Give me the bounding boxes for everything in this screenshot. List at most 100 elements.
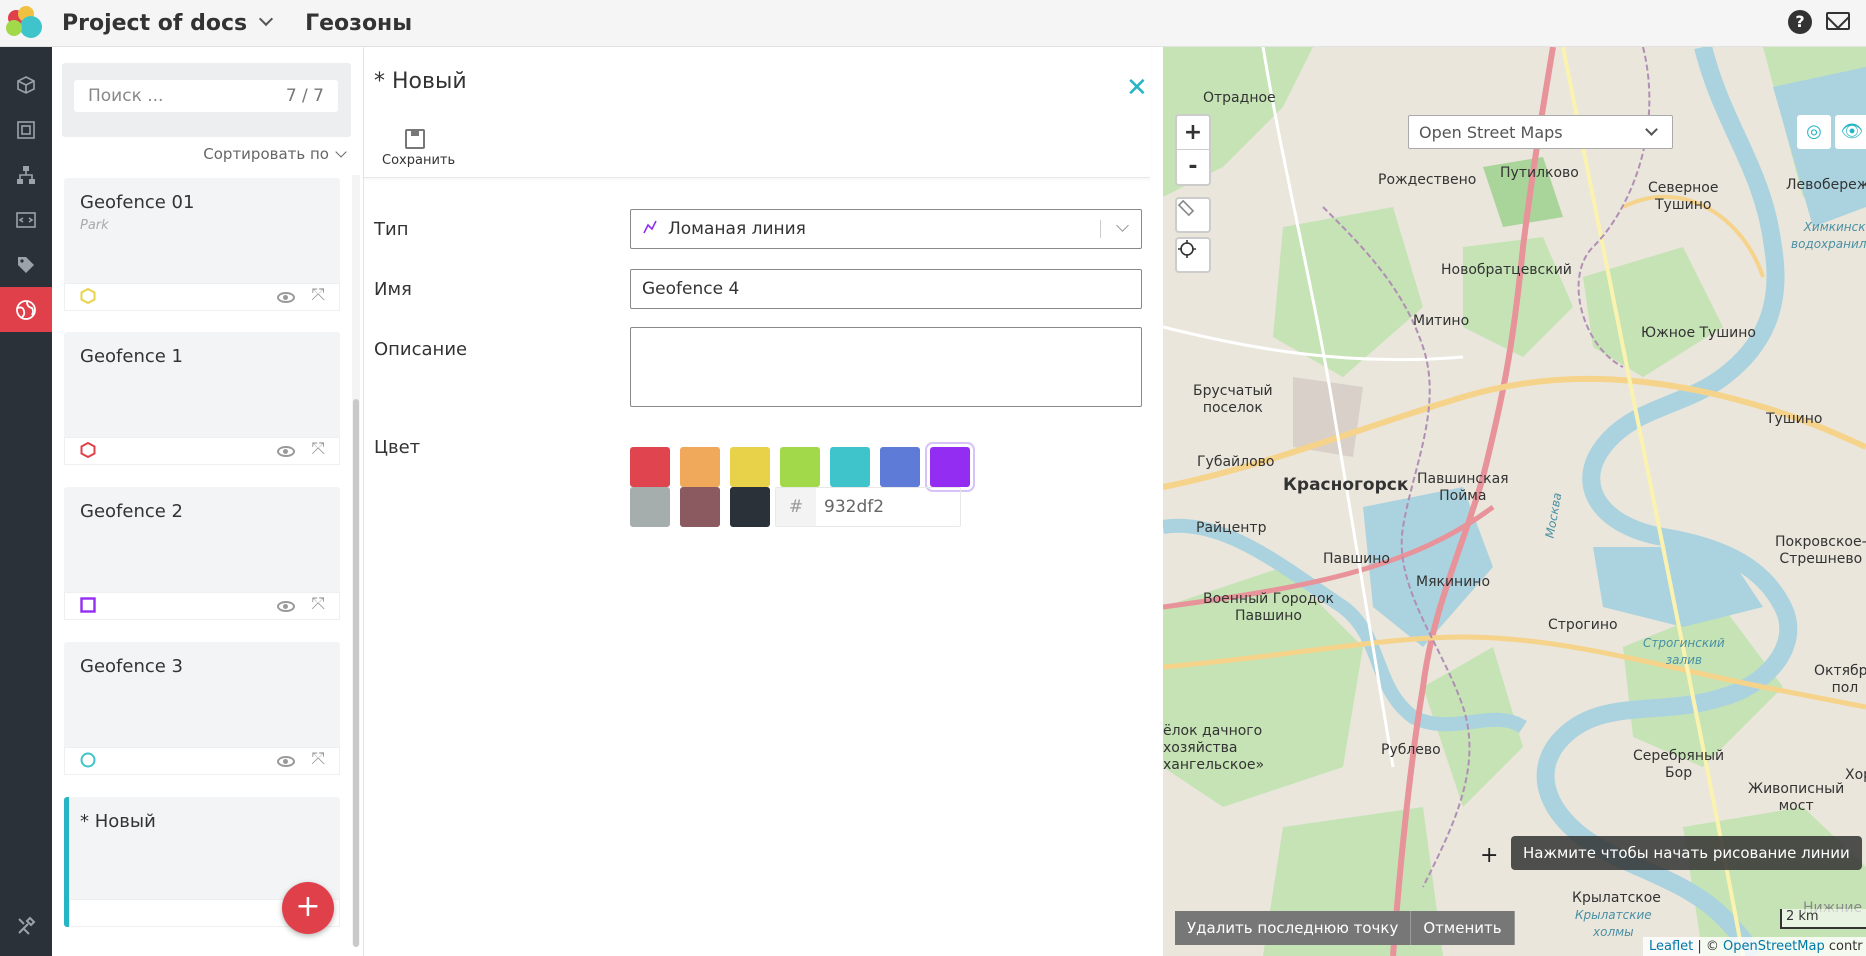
description-textarea[interactable] (630, 327, 1142, 407)
type-select[interactable]: Ломаная линия (630, 209, 1142, 249)
eye-icon[interactable] (277, 756, 295, 767)
map-label: Павшинская Пойма (1417, 471, 1509, 504)
locate-icon[interactable] (1175, 237, 1211, 273)
search-input[interactable]: Поиск ... 7 / 7 (74, 80, 338, 112)
eye-icon[interactable] (277, 292, 295, 303)
color-swatch[interactable] (680, 447, 720, 487)
name-label: Имя (374, 279, 412, 300)
map-label: ёлок дачного хозяйства хангельское» (1163, 723, 1265, 773)
map-label: Тушино (1766, 411, 1823, 427)
attribution-separator: | © (1693, 939, 1724, 954)
scrollbar-thumb[interactable] (353, 399, 359, 947)
hex-color-input[interactable]: # 932df2 (775, 487, 961, 527)
delete-last-point-button[interactable]: Удалить последнюю точку (1175, 911, 1412, 945)
list-item[interactable]: Geofence 2 ⤧ (64, 487, 340, 620)
chevron-down-icon[interactable] (1116, 219, 1129, 232)
color-swatch[interactable] (780, 447, 820, 487)
code-icon[interactable] (0, 197, 52, 242)
select-separator (1100, 220, 1101, 238)
help-icon[interactable]: ? (1788, 10, 1812, 34)
map-label: Крылатские холмы (1575, 908, 1652, 939)
list-item[interactable]: Geofence 3 ⤧ (64, 642, 340, 775)
leaflet-link[interactable]: Leaflet (1649, 939, 1693, 954)
map-label: Химкинское водохранилище (1791, 220, 1866, 251)
map-label: Живописный мост (1748, 781, 1845, 814)
attribution-tail: contr (1824, 939, 1863, 954)
color-swatch[interactable] (830, 447, 870, 487)
item-subtitle: Park (80, 218, 109, 233)
frame-icon[interactable] (0, 107, 52, 152)
map-label: Октябрь пол (1814, 663, 1866, 696)
eye-icon[interactable]: 👁 (1835, 115, 1866, 149)
hex-prefix: # (776, 488, 816, 526)
chevron-down-icon[interactable] (259, 11, 274, 27)
map-scale: 2 km (1780, 909, 1866, 929)
map-label: Военный Городок Павшино (1203, 591, 1334, 624)
name-input[interactable]: Geofence 4 (630, 269, 1142, 309)
map-label: Отрадное (1203, 90, 1276, 106)
item-footer: ⤧ (64, 283, 340, 311)
map-label: Красногорск (1283, 475, 1409, 495)
map-label: Губайлово (1197, 454, 1275, 470)
target-icon[interactable]: ◎ (1797, 115, 1831, 149)
zoom-out-button[interactable]: - (1177, 150, 1209, 184)
color-swatch[interactable] (930, 447, 970, 487)
globe-icon[interactable] (0, 287, 52, 332)
list-item[interactable]: Geofence 01 Park ⤧ (64, 178, 340, 311)
color-swatch[interactable] (730, 487, 770, 527)
editor-header: * Новый ✕ Сохранить (364, 47, 1150, 178)
eye-icon[interactable] (277, 601, 295, 612)
map-label: Мякинино (1416, 574, 1491, 590)
list-item[interactable]: Geofence 1 ⤧ (64, 332, 340, 465)
sort-dropdown[interactable]: Сортировать по (203, 145, 347, 163)
polyline-icon (642, 219, 658, 239)
tools-icon[interactable] (0, 906, 52, 946)
expand-icon[interactable]: ⤧ (311, 749, 325, 769)
expand-icon[interactable]: ⤧ (311, 439, 325, 459)
map-label: Северное Тушино (1648, 180, 1719, 213)
map-label: Путилково (1500, 165, 1579, 181)
zoom-in-button[interactable]: + (1177, 116, 1209, 150)
eye-icon[interactable] (277, 446, 295, 457)
result-count: 7 / 7 (285, 86, 324, 106)
project-name[interactable]: Project of docs (62, 11, 247, 36)
map-label: Покровское- Стрешнево (1775, 534, 1866, 567)
close-icon[interactable]: ✕ (1126, 73, 1148, 103)
map-view[interactable]: Отрадное Рождествено Путилково Северное … (1163, 47, 1866, 956)
map-label: Рождествено (1378, 172, 1477, 188)
draw-tooltip: Нажмите чтобы начать рисование линии (1511, 836, 1862, 870)
save-label: Сохранить (382, 153, 456, 168)
map-label: Райцентр (1196, 520, 1267, 536)
expand-icon[interactable]: ⤧ (311, 594, 325, 614)
item-title: * Новый (80, 811, 156, 832)
color-swatch[interactable] (730, 447, 770, 487)
draw-actions: Удалить последнюю точку Отменить (1175, 911, 1515, 945)
cube-icon[interactable] (0, 62, 52, 107)
hexagon-icon (80, 442, 96, 458)
item-footer: ⤧ (64, 747, 340, 775)
description-label: Описание (374, 339, 468, 360)
osm-link[interactable]: OpenStreetMap (1723, 939, 1825, 954)
map-layer-select[interactable]: Open Street Maps (1408, 115, 1673, 149)
tag-icon[interactable] (0, 242, 52, 287)
type-label: Тип (374, 219, 409, 240)
item-title: Geofence 3 (80, 656, 183, 677)
cancel-draw-button[interactable]: Отменить (1411, 911, 1515, 945)
color-swatch[interactable] (680, 487, 720, 527)
zoom-control: + - (1175, 114, 1211, 186)
color-swatch[interactable] (630, 487, 670, 527)
map-label: Южное Тушино (1641, 325, 1756, 341)
mail-icon[interactable] (1826, 12, 1850, 30)
map-label: Хор (1845, 767, 1866, 783)
map-label: Левобереж (1786, 177, 1866, 193)
item-footer: ⤧ (64, 592, 340, 620)
map-label: Строгино (1548, 617, 1618, 633)
app-logo[interactable] (0, 0, 52, 47)
ruler-icon[interactable] (1175, 197, 1211, 233)
hierarchy-icon[interactable] (0, 152, 52, 197)
save-button[interactable]: Сохранить (382, 129, 455, 168)
color-swatch[interactable] (630, 447, 670, 487)
expand-icon[interactable]: ⤧ (311, 285, 325, 305)
add-geofence-button[interactable]: + (282, 882, 334, 934)
color-swatch[interactable] (880, 447, 920, 487)
